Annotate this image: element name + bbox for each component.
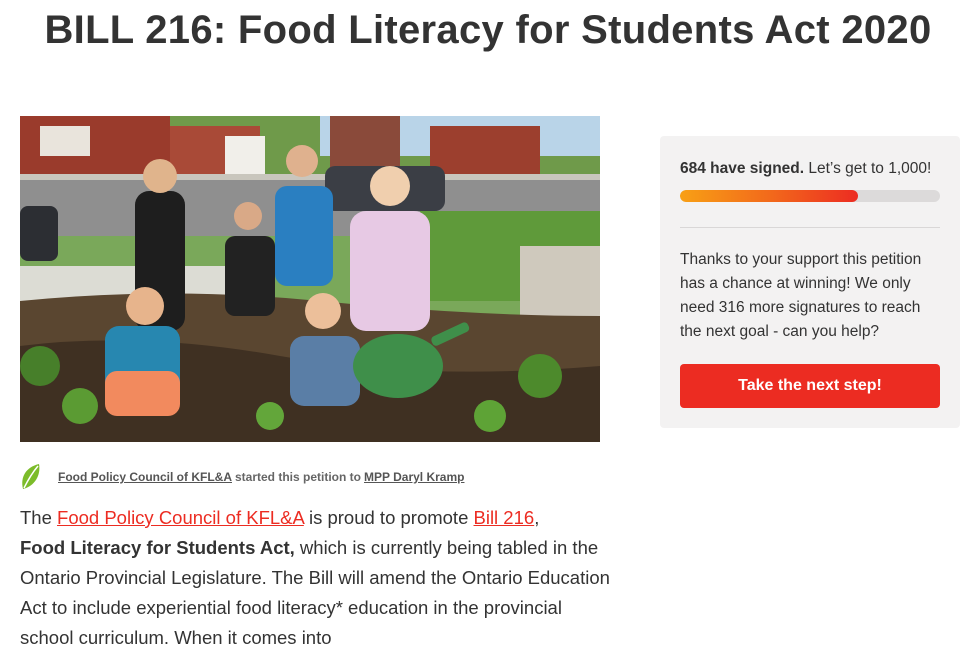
petition-description: The Food Policy Council of KFL&A is prou… — [20, 503, 610, 653]
signature-status: 684 have signed. Let’s get to 1,000! — [680, 160, 931, 178]
signed-count: 684 have signed. — [680, 160, 805, 177]
starter-organization-link[interactable]: Food Policy Council of KFL&A — [58, 470, 232, 484]
signature-sidebar: 684 have signed. Let’s get to 1,000! Tha… — [660, 136, 960, 428]
page-title: BILL 216: Food Literacy for Students Act… — [44, 8, 932, 52]
desc-text-1: The — [20, 507, 58, 528]
take-next-step-button[interactable]: Take the next step! — [680, 364, 940, 408]
desc-text-3: , — [534, 507, 540, 528]
bill-216-link[interactable]: Bill 216 — [474, 507, 535, 528]
goal-text: Let’s get to 1,000! — [808, 160, 932, 177]
act-name: Food Literacy for Students Act, — [20, 537, 295, 558]
petition-starter: Food Policy Council of KFL&A started thi… — [20, 462, 464, 492]
organization-link[interactable]: Food Policy Council of KFL&A — [57, 507, 304, 528]
signature-progress-bar — [680, 190, 940, 202]
desc-text-2: is proud to promote — [303, 507, 474, 528]
kids-in-garden-image — [20, 116, 600, 442]
support-message: Thanks to your support this petition has… — [680, 251, 922, 340]
recipient-link[interactable]: MPP Daryl Kramp — [364, 470, 464, 484]
leaf-icon — [22, 464, 40, 489]
divider — [680, 227, 940, 228]
petition-photo — [20, 116, 600, 442]
progress-fill — [680, 190, 858, 202]
starter-middle-text: started this petition to — [235, 470, 361, 484]
